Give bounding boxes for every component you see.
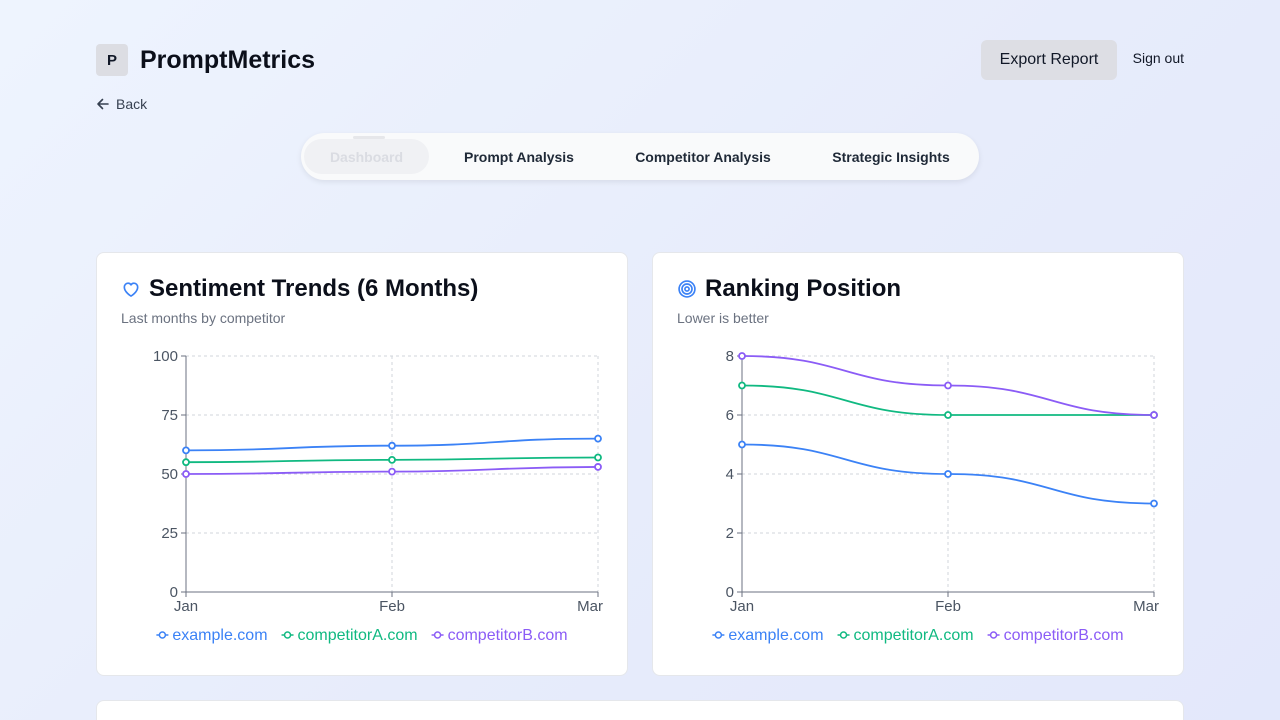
y-tick-label: 75 — [161, 407, 178, 424]
tab-label: Competitor Analysis — [635, 148, 771, 165]
data-point — [738, 381, 746, 390]
legend-marker — [283, 631, 292, 639]
back-link[interactable]: Back — [96, 96, 147, 112]
tab-strategic-insights[interactable]: Strategic Insights — [811, 139, 971, 174]
data-point — [738, 440, 746, 449]
y-tick-label: 100 — [153, 348, 178, 365]
sign-out-button[interactable]: Sign out — [1133, 50, 1184, 66]
tab-dashboard[interactable]: Dashboard — [304, 136, 429, 174]
legend-marker — [989, 631, 998, 639]
data-point — [388, 441, 396, 450]
legend-marker — [839, 631, 848, 639]
ranking-line-chart: 02468Jan Feb Marexample.com competitorA.com… — [712, 348, 1159, 644]
x-tick-label: Jan — [174, 598, 198, 615]
data-point — [944, 381, 952, 390]
logo: P — [96, 44, 128, 76]
x-tick-label: Jan — [730, 598, 754, 615]
sentiment-line-chart: 0255075100Jan Feb Marexample.com competitor… — [153, 348, 603, 644]
data-point — [182, 470, 190, 478]
data-point — [182, 446, 190, 455]
data-point — [1150, 499, 1158, 508]
tab-prompt-analysis[interactable]: Prompt Analysis — [443, 139, 595, 174]
tab-label: Prompt Analysis — [464, 148, 574, 165]
data-point — [944, 470, 952, 478]
sentiment-trends-card: Sentiment Trends (6 Months) Last months … — [96, 252, 628, 676]
x-tick-label: Mar — [1133, 598, 1159, 615]
tab-competitor-analysis[interactable]: Competitor Analysis — [613, 139, 793, 174]
y-tick-label: 50 — [161, 466, 178, 483]
data-point — [594, 463, 602, 471]
legend-marker — [158, 631, 167, 639]
legend-label: competitorA.com — [854, 627, 974, 644]
legend-label: competitorB.com — [1004, 627, 1124, 644]
x-tick-label: Feb — [379, 598, 405, 615]
legend-marker — [433, 631, 442, 639]
y-tick-label: 2 — [726, 525, 734, 542]
legend-label: example.com — [172, 627, 267, 644]
tab-label: Dashboard — [329, 148, 404, 165]
data-point — [1150, 411, 1158, 419]
arrow-left-icon — [97, 98, 109, 110]
y-tick-label: 4 — [726, 466, 734, 483]
data-point — [594, 453, 602, 462]
y-tick-label: 25 — [161, 525, 178, 542]
tab-label: Strategic Insights — [832, 148, 950, 165]
x-tick-label: Mar — [577, 598, 603, 615]
legend-label: competitorA.com — [298, 627, 418, 644]
data-point — [944, 411, 952, 419]
y-tick-label: 6 — [726, 407, 734, 424]
back-label: Back — [116, 96, 148, 112]
y-tick-label: 8 — [726, 348, 734, 365]
data-point — [388, 455, 396, 464]
app-header: P PromptMetrics Export Report Sign out — [96, 40, 1184, 80]
legend-label: competitorB.com — [448, 627, 568, 644]
next-card — [96, 700, 1184, 720]
x-tick-label: Feb — [935, 598, 961, 615]
legend-marker — [714, 631, 723, 639]
brand-name: PromptMetrics — [140, 46, 316, 74]
data-point — [388, 467, 396, 476]
ranking-position-card: Ranking Position Lower is better 0 2 4 6 8 Ja… — [652, 252, 1184, 676]
export-report-button[interactable]: Export Report — [981, 40, 1117, 80]
data-point — [182, 458, 190, 467]
data-point — [594, 434, 602, 443]
tab-bar: Dashboard Prompt Analysis Competitor Ana… — [301, 133, 979, 180]
legend-label: example.com — [728, 627, 823, 644]
data-point — [738, 352, 746, 360]
tab-indicator — [353, 136, 385, 139]
